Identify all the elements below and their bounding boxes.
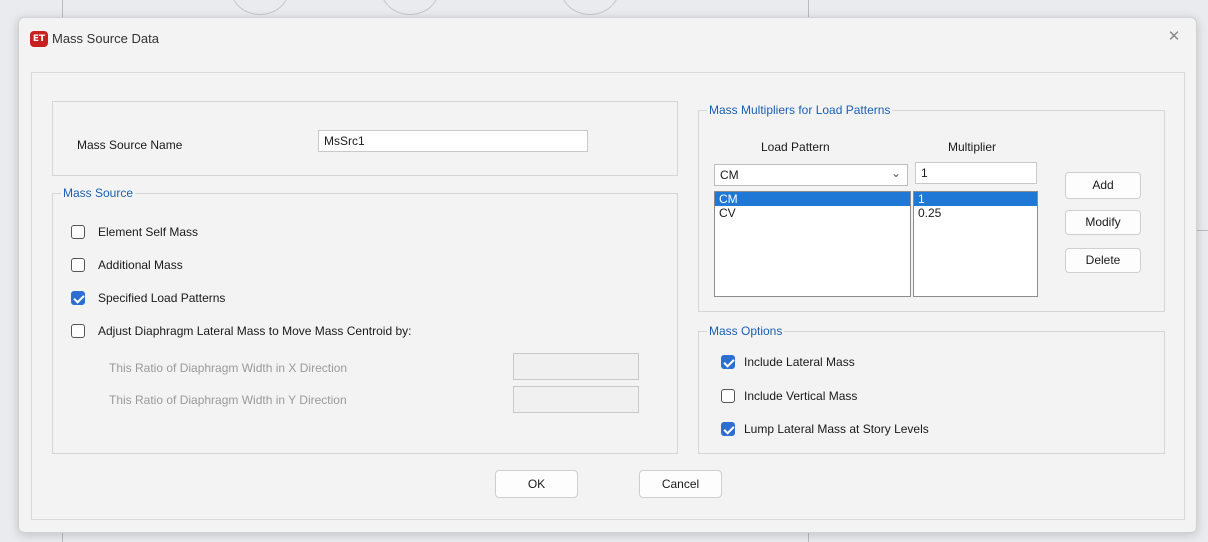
load-pattern-column-header: Load Pattern — [761, 140, 830, 154]
multiplier-column-header: Multiplier — [948, 140, 997, 154]
list-item[interactable]: 0.25 — [914, 206, 1037, 220]
close-icon[interactable]: ✕ — [1164, 27, 1184, 47]
chevron-down-icon: ⌄ — [890, 166, 901, 180]
adjust-diaphragm-checkbox[interactable] — [71, 324, 85, 338]
additional-mass-label: Additional Mass — [98, 258, 183, 272]
delete-button[interactable]: Delete — [1065, 248, 1141, 273]
mass-options-legend: Mass Options — [707, 324, 785, 338]
mass-source-name-label: Mass Source Name — [77, 138, 183, 152]
include-vertical-mass-label: Include Vertical Mass — [744, 389, 858, 403]
mass-options-group: Mass Options Include Lateral Mass Includ… — [698, 324, 1165, 454]
background-grid-line — [62, 0, 63, 17]
dialog-body: Mass Source Name MsSrc1 Mass Source Elem… — [31, 72, 1185, 520]
lump-lateral-mass-checkbox[interactable] — [721, 422, 735, 436]
ratio-x-label: This Ratio of Diaphragm Width in X Direc… — [109, 361, 348, 375]
title-bar: ET Mass Source Data ✕ — [19, 18, 1196, 60]
background-arc — [380, 0, 440, 15]
dialog-title: Mass Source Data — [52, 31, 159, 46]
ok-button[interactable]: OK — [495, 470, 578, 498]
background-arc — [560, 0, 620, 15]
background-grid-line — [808, 0, 809, 17]
lump-lateral-mass-label: Lump Lateral Mass at Story Levels — [744, 422, 929, 436]
load-pattern-list[interactable]: CM CV — [714, 191, 911, 297]
element-self-mass-label: Element Self Mass — [98, 225, 199, 239]
additional-mass-checkbox[interactable] — [71, 258, 85, 272]
list-item[interactable]: 1 — [914, 192, 1037, 206]
specified-load-patterns-label: Specified Load Patterns — [98, 291, 226, 305]
multiplier-list[interactable]: 1 0.25 — [913, 191, 1038, 297]
mass-multipliers-legend: Mass Multipliers for Load Patterns — [707, 103, 893, 117]
load-pattern-dropdown[interactable]: CM ⌄ — [714, 164, 908, 186]
mass-source-name-group: Mass Source Name MsSrc1 — [52, 101, 678, 176]
include-lateral-mass-checkbox[interactable] — [721, 355, 735, 369]
mass-source-dialog: ET Mass Source Data ✕ Mass Source Name M… — [18, 17, 1197, 533]
ratio-y-label: This Ratio of Diaphragm Width in Y Direc… — [109, 393, 347, 407]
ratio-x-input[interactable] — [513, 353, 639, 380]
ratio-y-input[interactable] — [513, 386, 639, 413]
background-grid-line — [1197, 230, 1208, 231]
list-item[interactable]: CM — [715, 192, 910, 206]
mass-multipliers-group: Mass Multipliers for Load Patterns Load … — [698, 103, 1165, 312]
mass-source-group: Mass Source Element Self Mass Additional… — [52, 186, 678, 454]
etabs-app-icon: ET — [30, 31, 48, 47]
background-grid-line — [62, 533, 63, 542]
list-item[interactable]: CV — [715, 206, 910, 220]
cancel-button[interactable]: Cancel — [639, 470, 722, 498]
background-grid-line — [808, 533, 809, 542]
multiplier-input[interactable]: 1 — [915, 162, 1037, 184]
include-lateral-mass-label: Include Lateral Mass — [744, 355, 855, 369]
mass-source-legend: Mass Source — [61, 186, 136, 200]
mass-source-name-input[interactable]: MsSrc1 — [318, 130, 588, 152]
modify-button[interactable]: Modify — [1065, 210, 1141, 235]
load-pattern-dropdown-value: CM — [720, 168, 739, 182]
element-self-mass-checkbox[interactable] — [71, 225, 85, 239]
specified-load-patterns-checkbox[interactable] — [71, 291, 85, 305]
adjust-diaphragm-label: Adjust Diaphragm Lateral Mass to Move Ma… — [98, 324, 412, 338]
include-vertical-mass-checkbox[interactable] — [721, 389, 735, 403]
add-button[interactable]: Add — [1065, 172, 1141, 199]
background-arc — [230, 0, 290, 15]
